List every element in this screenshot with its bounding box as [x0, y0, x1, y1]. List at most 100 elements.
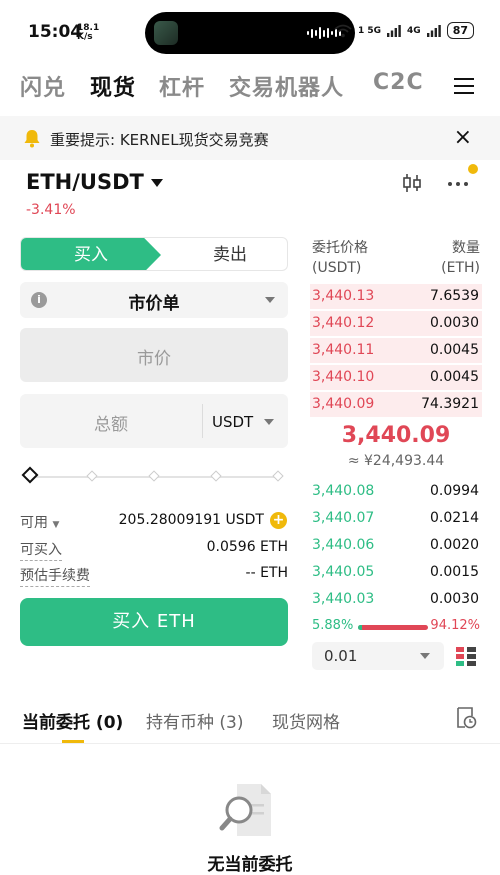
pair-name: ETH/USDT	[26, 170, 144, 194]
sell-tab[interactable]: 卖出	[171, 238, 287, 270]
ask-row[interactable]: 3,440.10 0.0045	[310, 364, 482, 391]
notice-text: 重要提示: KERNEL现货交易竞赛	[50, 131, 269, 149]
bid-qty: 0.0030	[430, 591, 479, 607]
ask-price: 3,440.09	[312, 396, 375, 412]
bid-qty: 0.0214	[430, 510, 479, 526]
price-change: -3.41%	[26, 202, 76, 218]
bid-price: 3,440.05	[312, 564, 375, 580]
bid-qty: 0.0994	[430, 483, 479, 499]
signal-icon-2	[426, 24, 441, 37]
buy-sell-toggle: 买入 卖出	[20, 237, 288, 271]
tab-c2c[interactable]: C2C	[373, 70, 424, 95]
price-placeholder: 市价	[137, 349, 171, 369]
bid-price: 3,440.06	[312, 537, 375, 553]
ask-row[interactable]: 3,440.13 7.6539	[310, 283, 482, 310]
order-book-qty-header: 数量 (ETH)	[441, 240, 480, 276]
caret-down-icon: ▼	[52, 520, 60, 530]
order-book-layout-icon[interactable]	[455, 645, 477, 667]
last-price-cny: ≈ ¥24,493.44	[347, 453, 445, 469]
order-type-select[interactable]: i 市价单	[20, 282, 288, 318]
pair-selector[interactable]: ETH/USDT	[26, 170, 163, 194]
tab-flash-swap[interactable]: 闪兑	[20, 70, 66, 102]
amount-slider[interactable]	[20, 466, 288, 486]
ask-row[interactable]: 3,440.12 0.0030	[310, 310, 482, 337]
can-buy-value: 0.0596 ETH	[206, 539, 288, 555]
bid-price: 3,440.07	[312, 510, 375, 526]
ask-qty: 0.0045	[430, 342, 479, 358]
chevron-down-icon	[265, 297, 275, 303]
available-value: 205.28009191 USDT	[118, 512, 264, 528]
empty-state-text: 无当前委托	[207, 855, 293, 875]
fee-value: -- ETH	[245, 565, 288, 581]
signal-icon	[387, 24, 401, 37]
status-icons: 1 5G 4G 87	[334, 22, 474, 39]
slider-handle[interactable]	[21, 466, 39, 484]
orders-tabs: 当前委托 (0) 持有币种 (3) 现货网格	[0, 700, 500, 744]
chevron-down-icon[interactable]	[264, 419, 274, 425]
notification-dot	[468, 164, 478, 174]
ratio-bar	[358, 625, 428, 630]
wifi-icon	[334, 24, 352, 37]
can-buy-label: 可买入	[20, 539, 62, 561]
tab-holdings[interactable]: 持有币种 (3)	[146, 708, 243, 733]
slider-step-100[interactable]	[272, 470, 284, 482]
bid-row[interactable]: 3,440.03 0.0030	[310, 586, 482, 613]
depth-value: 0.01	[324, 647, 358, 665]
ask-row[interactable]: 3,440.11 0.0045	[310, 337, 482, 364]
bid-row[interactable]: 3,440.08 0.0994	[310, 478, 482, 505]
bid-row[interactable]: 3,440.07 0.0214	[310, 505, 482, 532]
menu-icon[interactable]	[454, 77, 474, 95]
ask-price: 3,440.10	[312, 369, 375, 385]
deposit-plus-icon[interactable]: +	[270, 512, 287, 529]
active-tab-indicator	[62, 740, 84, 743]
bid-row[interactable]: 3,440.05 0.0015	[310, 559, 482, 586]
price-input: 市价	[20, 328, 288, 382]
depth-precision-select[interactable]: 0.01	[312, 642, 444, 670]
bid-qty: 0.0020	[430, 537, 479, 553]
candlestick-chart-icon[interactable]	[401, 172, 423, 194]
unit-select-label[interactable]: USDT	[212, 413, 253, 431]
last-price[interactable]: 3,440.09	[310, 423, 482, 448]
ask-qty: 74.3921	[421, 396, 479, 412]
buy-tab[interactable]: 买入	[21, 238, 161, 270]
total-input[interactable]: 总额 USDT	[20, 394, 288, 448]
buy-ratio: 5.88%	[312, 618, 354, 633]
close-icon[interactable]: ×	[454, 125, 472, 150]
chevron-down-icon	[150, 179, 163, 187]
bid-row[interactable]: 3,440.06 0.0020	[310, 532, 482, 559]
bid-qty: 0.0015	[430, 564, 479, 580]
ask-price: 3,440.13	[312, 288, 375, 304]
slider-step-25[interactable]	[86, 470, 98, 482]
tab-trading-bot[interactable]: 交易机器人	[229, 70, 344, 102]
more-icon[interactable]	[448, 182, 468, 186]
ask-qty: 0.0030	[430, 315, 479, 331]
tab-spot-grid[interactable]: 现货网格	[272, 708, 340, 733]
ask-price: 3,440.11	[312, 342, 375, 358]
music-cover-icon	[154, 21, 178, 45]
slider-step-75[interactable]	[210, 470, 222, 482]
battery-icon: 87	[446, 22, 474, 39]
ask-row[interactable]: 3,440.09 74.3921	[310, 391, 482, 418]
order-history-icon[interactable]	[455, 706, 477, 730]
empty-search-icon	[219, 784, 271, 836]
ask-qty: 7.6539	[430, 288, 479, 304]
slider-step-50[interactable]	[148, 470, 160, 482]
ratio-bar-buy	[358, 625, 363, 630]
status-time: 15:04	[28, 22, 83, 42]
network-speed: 18.1 K/s	[77, 23, 100, 42]
tab-margin[interactable]: 杠杆	[159, 70, 205, 102]
notice-banner[interactable]: 重要提示: KERNEL现货交易竞赛 ×	[0, 116, 500, 160]
network-label: 4G	[407, 25, 421, 36]
signal-label: 1 5G	[357, 25, 382, 36]
dynamic-island	[145, 12, 355, 54]
order-book-price-header: 委托价格 (USDT)	[312, 240, 368, 276]
buy-eth-button[interactable]: 买入 ETH	[20, 598, 288, 646]
available-label[interactable]: 可用 ▼	[20, 512, 59, 532]
bid-price: 3,440.03	[312, 591, 375, 607]
tab-open-orders[interactable]: 当前委托 (0)	[22, 708, 123, 733]
bid-price: 3,440.08	[312, 483, 375, 499]
tab-spot[interactable]: 现货	[90, 70, 136, 102]
sell-ratio: 94.12%	[430, 618, 480, 633]
fee-label[interactable]: 预估手续费	[20, 565, 90, 587]
buy-sell-ratio: 5.88% 94.12%	[312, 618, 480, 638]
